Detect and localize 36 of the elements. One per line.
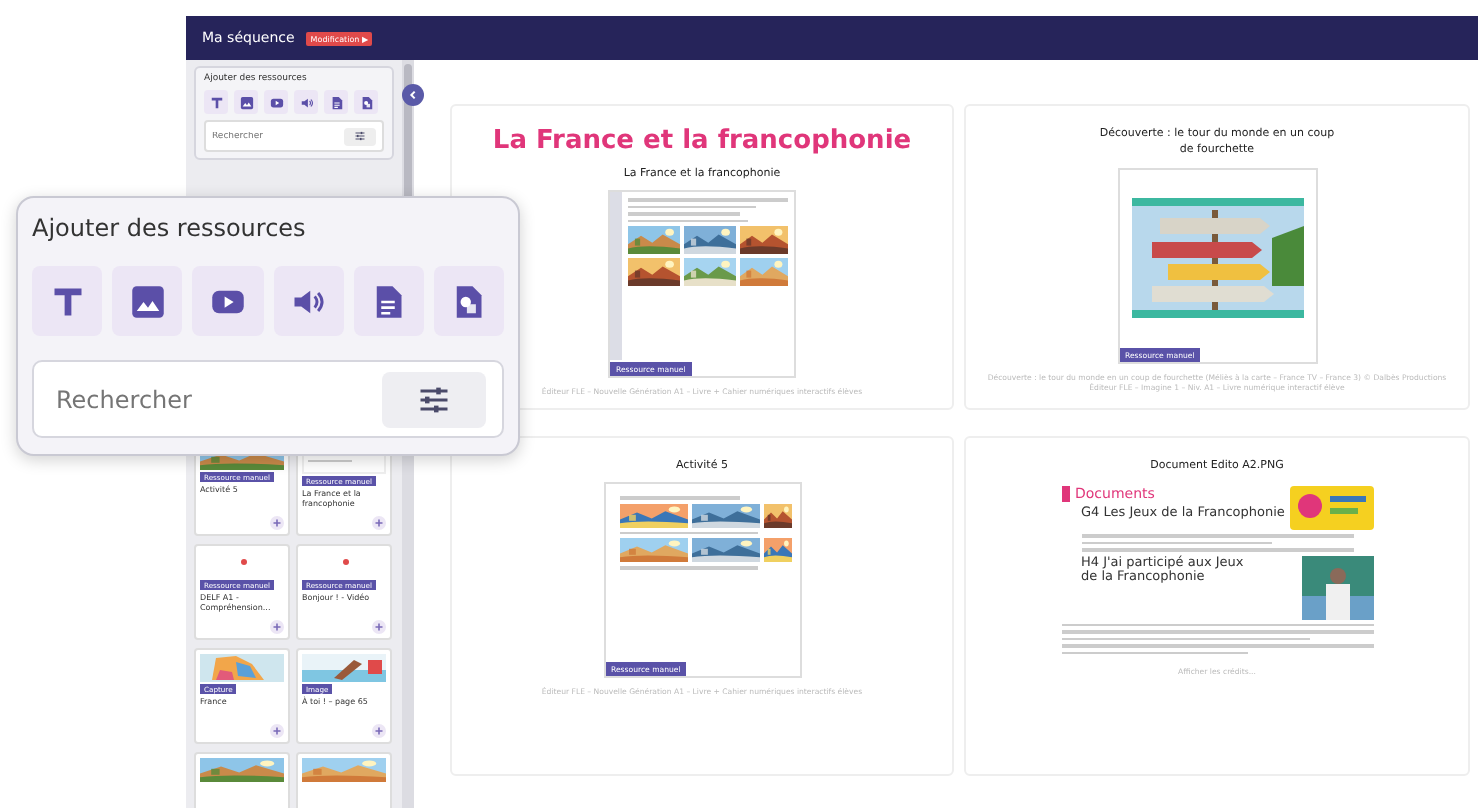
card-heading: La France et la francophonie	[492, 126, 912, 156]
play-icon	[269, 95, 283, 109]
resource-type-button[interactable]	[192, 266, 264, 336]
resource-type-button[interactable]	[32, 266, 103, 336]
add-icon[interactable]	[270, 516, 284, 530]
resource-card[interactable]	[964, 104, 1470, 410]
search-field[interactable]: Rechercher	[56, 385, 336, 413]
file-shapes-icon	[359, 95, 373, 109]
add-icon[interactable]	[372, 724, 386, 738]
resource-type-button[interactable]	[273, 266, 344, 336]
resource-type-button[interactable]	[204, 90, 228, 114]
text-icon	[49, 283, 86, 319]
image-icon	[239, 95, 253, 109]
resource-type-button[interactable]	[264, 90, 288, 114]
resource-type-button[interactable]	[234, 90, 258, 114]
document-icon	[329, 95, 343, 109]
add-icon[interactable]	[372, 620, 386, 634]
chevron-left-icon	[408, 90, 418, 100]
add-icon[interactable]	[270, 620, 284, 634]
popup-title: Ajouter des ressources	[32, 214, 308, 242]
resource-type-button[interactable]	[354, 90, 378, 114]
resource-type-button[interactable]	[294, 90, 318, 114]
mark-icon	[240, 558, 248, 566]
collapse-button[interactable]	[402, 84, 424, 106]
filter-icon	[354, 130, 366, 142]
image-icon	[129, 283, 166, 319]
resource-type-button[interactable]	[112, 266, 183, 336]
filter-button[interactable]	[382, 371, 486, 427]
resource-type-button[interactable]	[353, 266, 424, 336]
add-icon[interactable]	[372, 516, 386, 530]
resource-type-button[interactable]	[433, 266, 505, 336]
speaker-icon	[299, 95, 313, 109]
add-icon[interactable]	[270, 724, 284, 738]
mark-icon	[342, 558, 350, 566]
resource-type-button[interactable]	[324, 90, 348, 114]
text-icon	[209, 95, 223, 109]
